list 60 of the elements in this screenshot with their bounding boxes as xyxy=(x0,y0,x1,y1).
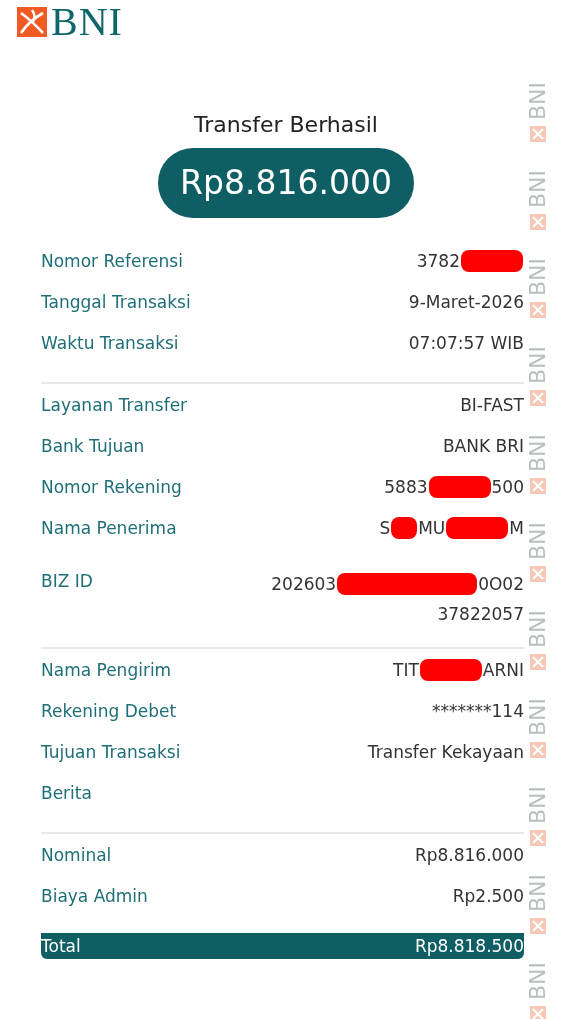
logo-text: BNI xyxy=(51,4,123,40)
watermark-logo-icon xyxy=(530,478,546,494)
field-value: 3782 xyxy=(416,249,524,273)
watermark-text: BNI xyxy=(526,697,550,736)
field-label: Bank Tujuan xyxy=(41,435,145,458)
field-label: Nomor Referensi xyxy=(41,250,183,273)
watermark-text: BNI xyxy=(526,873,550,912)
field-value: 9-Maret-2026 xyxy=(408,291,524,314)
watermark-logo-icon xyxy=(530,742,546,758)
field-value: 202603 0O02 xyxy=(271,572,524,597)
watermark-text: BNI xyxy=(526,961,550,1000)
field-label: Waktu Transaksi xyxy=(41,332,179,355)
logo-icon xyxy=(17,7,47,37)
field-value: Rp8.816.000 xyxy=(414,844,524,867)
watermark-logo-icon xyxy=(530,390,546,406)
field-label: Tujuan Transaksi xyxy=(41,741,181,764)
field-label: Nama Penerima xyxy=(41,517,177,540)
redaction-mark xyxy=(446,517,509,539)
status-title: Transfer Berhasil xyxy=(193,111,379,139)
watermark-text: BNI xyxy=(526,521,550,560)
field-label: Layanan Transfer xyxy=(41,394,188,417)
field-label: Rekening Debet xyxy=(41,700,177,723)
field-value: 07:07:57 WIB xyxy=(408,332,524,355)
field-label: Berita xyxy=(41,782,92,805)
watermark-text: BNI xyxy=(526,257,550,296)
watermark-text: BNI xyxy=(526,345,550,384)
watermark-logo-icon xyxy=(530,654,546,670)
watermark-text: BNI xyxy=(526,81,550,120)
field-value: Transfer Kekayaan xyxy=(367,741,524,764)
watermark-text: BNI xyxy=(526,433,550,472)
field-value: S MU M xyxy=(379,516,524,540)
field-label: Total xyxy=(41,935,81,958)
amount-badge: Rp8.816.000 xyxy=(158,148,414,218)
watermark-text: BNI xyxy=(526,609,550,648)
field-label: Nomor Rekening xyxy=(41,476,182,499)
field-label: Biaya Admin xyxy=(41,885,148,908)
field-value: BI-FAST xyxy=(460,394,524,417)
field-value: TIT ARNI xyxy=(393,658,524,682)
field-value: *******114 xyxy=(432,700,524,723)
redaction-mark xyxy=(391,517,418,539)
watermark-logo-icon xyxy=(530,126,546,142)
redaction-mark xyxy=(419,659,482,681)
field-value: Rp2.500 xyxy=(452,885,524,908)
field-value: BANK BRI xyxy=(442,435,524,458)
field-value: Rp8.818.500 xyxy=(414,935,524,958)
field-label: Nominal xyxy=(41,844,112,867)
field-label: Tanggal Transaksi xyxy=(41,291,191,314)
redaction-mark xyxy=(428,476,491,498)
field-label: BIZ ID xyxy=(41,570,93,593)
redaction-mark xyxy=(461,250,523,272)
field-value: 37822057 xyxy=(437,603,524,626)
watermark-logo-icon xyxy=(530,214,546,230)
watermark-logo-icon xyxy=(530,830,546,846)
watermark-logo-icon xyxy=(530,918,546,934)
watermark-text: BNI xyxy=(526,785,550,824)
field-label: Nama Pengirim xyxy=(41,659,172,682)
watermark-text: BNI xyxy=(526,169,550,208)
watermark-logo-icon xyxy=(530,566,546,582)
watermark-logo-icon xyxy=(530,302,546,318)
field-value: 5883 500 xyxy=(384,475,524,499)
